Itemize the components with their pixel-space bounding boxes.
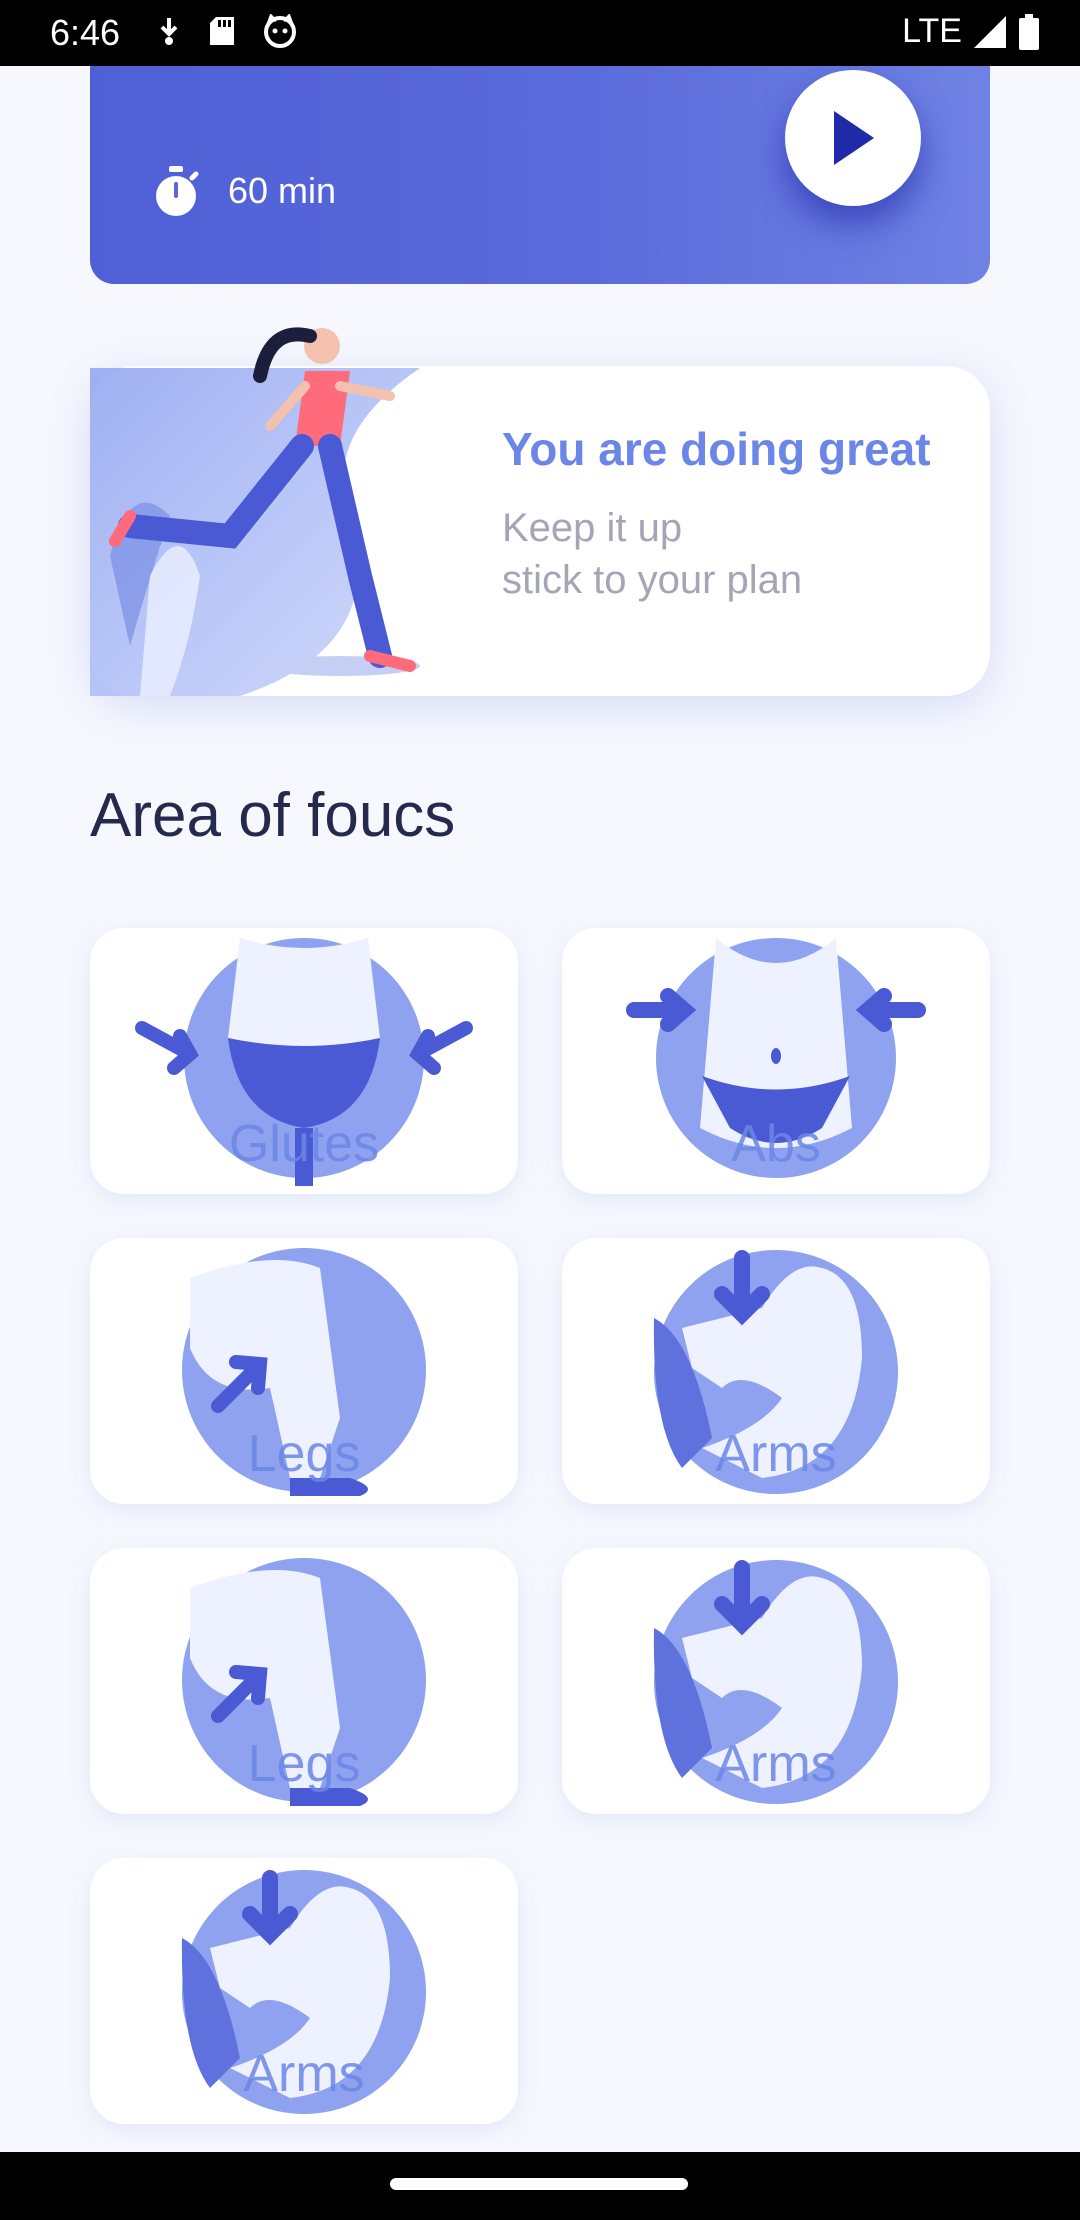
- focus-card-arms[interactable]: Arms: [90, 1858, 518, 2124]
- section-title: Area of foucs: [90, 781, 456, 850]
- motivation-subtitle-2: stick to your plan: [502, 558, 803, 602]
- home-gesture-handle[interactable]: [390, 2178, 688, 2190]
- focus-label: Legs: [247, 1735, 361, 1793]
- focus-card-arms[interactable]: Arms: [562, 1548, 990, 1814]
- focus-label: Arms: [243, 2045, 365, 2103]
- motivation-title: You are doing great: [502, 423, 931, 475]
- play-icon: [834, 111, 874, 165]
- app-screen: 6:46 LTE 60 min You are doing great Keep…: [0, 0, 1080, 2220]
- runner-illustration: [90, 327, 420, 696]
- network-type: LTE: [902, 12, 962, 50]
- focus-card-legs[interactable]: Legs: [90, 1238, 518, 1504]
- motivation-subtitle-1: Keep it up: [502, 506, 683, 550]
- focus-label: Arms: [715, 1735, 837, 1793]
- battery-icon: [1019, 13, 1039, 50]
- play-button[interactable]: [785, 70, 921, 206]
- focus-card-abs[interactable]: Abs: [562, 928, 990, 1194]
- focus-label: Glutes: [228, 1115, 380, 1173]
- system-indicators: LTE: [902, 12, 1040, 51]
- focus-card-arms[interactable]: Arms: [562, 1238, 990, 1504]
- notification-icons: [156, 14, 298, 48]
- focus-label: Legs: [247, 1425, 361, 1483]
- status-bar: 6:46 LTE: [0, 0, 1080, 66]
- signal-icon: [974, 15, 1006, 48]
- focus-card-glutes[interactable]: Glutes: [90, 928, 518, 1194]
- timer-icon: [156, 166, 199, 216]
- focus-card-legs[interactable]: Legs: [90, 1548, 518, 1814]
- navigation-bar: [0, 2152, 1080, 2220]
- status-time: 6:46: [50, 12, 121, 53]
- cat-icon: [264, 14, 296, 48]
- download-icon: [160, 18, 178, 45]
- sd-card-icon: [210, 17, 234, 45]
- workout-duration: 60 min: [228, 170, 337, 211]
- motivation-card: You are doing great Keep it up stick to …: [90, 327, 990, 696]
- focus-label: Abs: [731, 1115, 821, 1173]
- focus-label: Arms: [715, 1425, 837, 1483]
